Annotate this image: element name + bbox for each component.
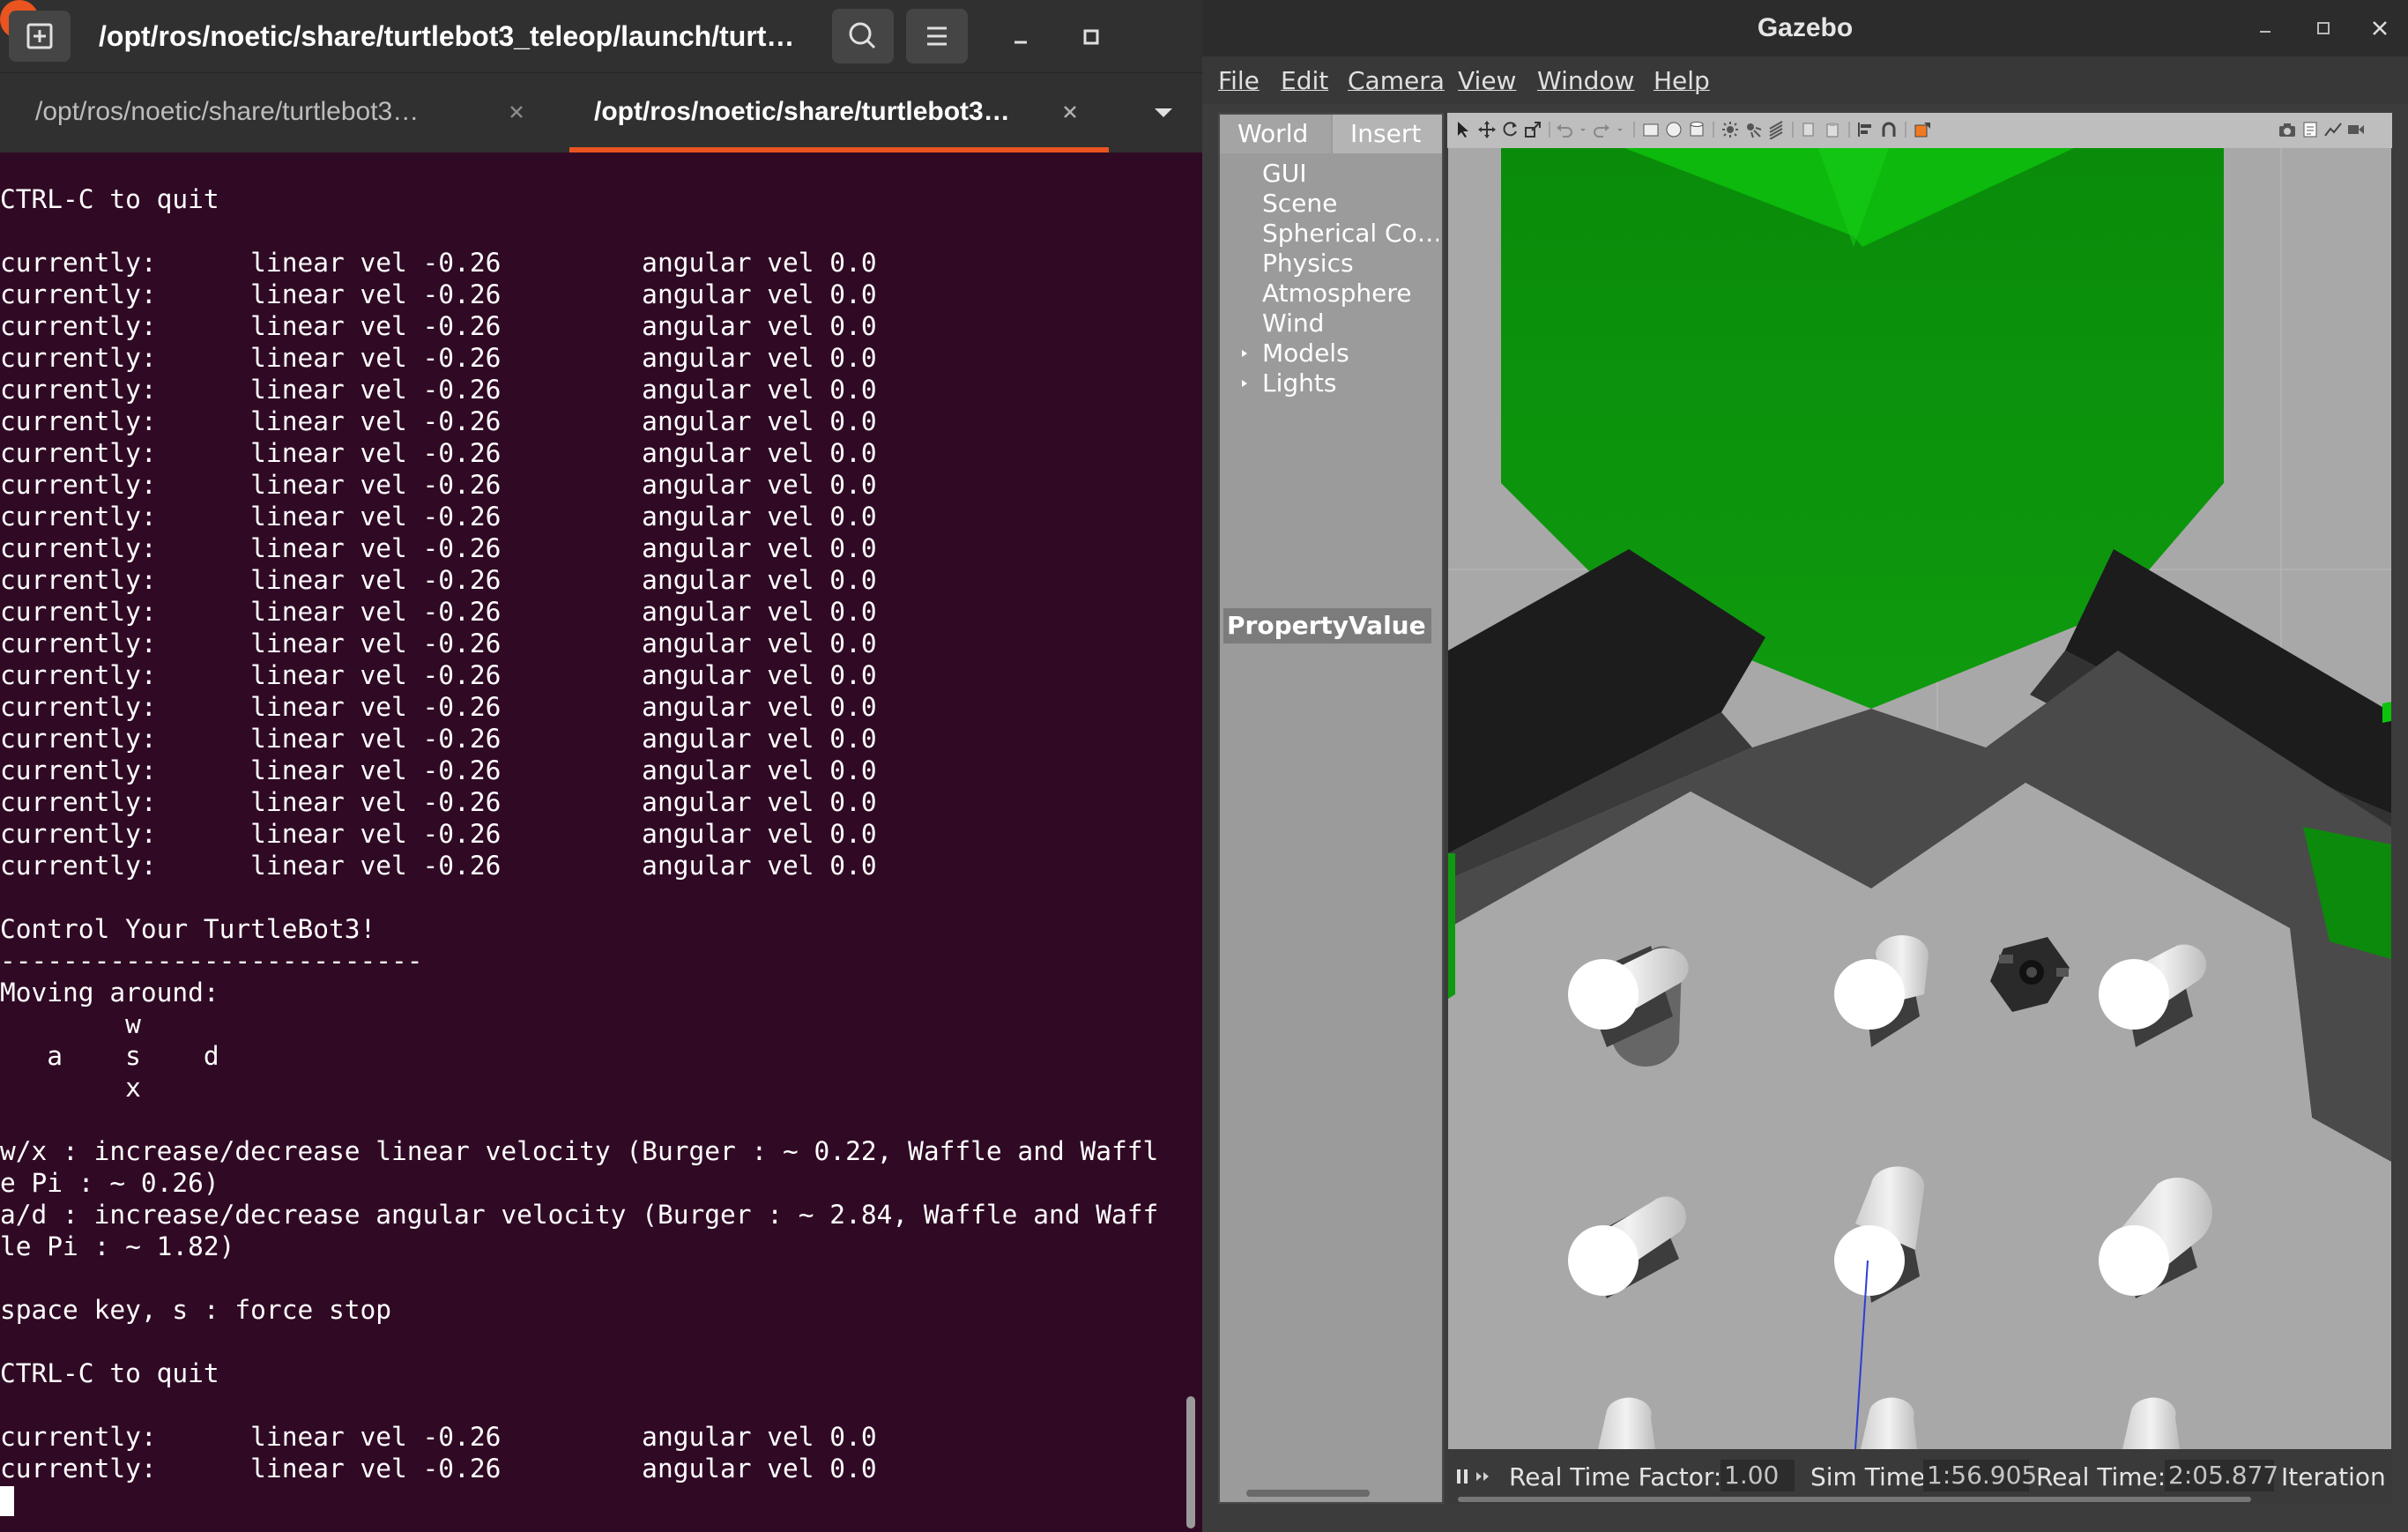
close-icon[interactable] — [2364, 12, 2396, 44]
expand-arrow-icon[interactable] — [1239, 377, 1250, 390]
scene-render — [1448, 148, 2391, 1449]
maximize-button[interactable] — [1072, 18, 1111, 56]
terminal-output[interactable]: CTRL-C to quit currently: linear vel -0.… — [0, 152, 1181, 1532]
tab-insert[interactable]: Insert — [1333, 115, 1442, 153]
toolbar-separator-icon — [1713, 122, 1714, 138]
3d-viewport[interactable] — [1448, 148, 2391, 1449]
terminal-tab-2-active[interactable]: /opt/ros/noetic/share/turtlebot3… — [569, 73, 1109, 152]
plot-icon[interactable] — [2323, 120, 2343, 139]
translate-mode-icon[interactable] — [1477, 120, 1497, 139]
search-icon — [849, 22, 876, 49]
select-mode-icon[interactable] — [1454, 120, 1474, 139]
toolbar-separator-icon — [1633, 122, 1635, 138]
world-panel: World Insert GUI Scene Spherical Co… Phy… — [1218, 113, 1444, 1504]
gazebo-status-bar: Real Time Factor: 1.00 Sim Time: 1:56.90… — [1447, 1449, 2392, 1504]
left-panel-scrollbar[interactable] — [1246, 1490, 1370, 1497]
undo-icon[interactable] — [1555, 120, 1574, 139]
tab-close-icon[interactable] — [502, 98, 531, 126]
sphere-shape-icon[interactable] — [1664, 120, 1683, 139]
directional-light-icon[interactable] — [1766, 120, 1786, 139]
toolbar-separator-icon — [1792, 122, 1794, 138]
log-data-icon[interactable] — [2300, 120, 2320, 139]
world-tree-item-gui[interactable]: GUI — [1262, 159, 1438, 189]
toolbar-separator-icon — [1905, 122, 1906, 138]
snap-icon[interactable] — [1879, 120, 1899, 139]
point-light-icon[interactable] — [1721, 120, 1740, 139]
screenshot-icon[interactable] — [2278, 120, 2297, 139]
expand-arrow-icon[interactable] — [1239, 347, 1250, 360]
terminal-tab-1-label: /opt/ros/noetic/share/turtlebot3… — [35, 97, 420, 126]
menu-file[interactable]: File — [1218, 63, 1260, 99]
paste-icon[interactable] — [1823, 120, 1842, 139]
terminal-window: /opt/ros/noetic/share/turtlebot3_teleop/… — [0, 0, 1202, 1532]
terminal-tab-1[interactable]: /opt/ros/noetic/share/turtlebot3… — [0, 73, 564, 152]
tab-close-icon[interactable] — [1056, 98, 1084, 126]
terminal-scrollbar[interactable] — [1186, 1396, 1195, 1528]
sim-time-value: 1:56.905 — [1923, 1460, 2037, 1491]
align-icon[interactable] — [1856, 120, 1876, 139]
sim-time-label: Sim Time: — [1810, 1462, 1934, 1491]
redo-dropdown-icon[interactable] — [1615, 120, 1625, 139]
new-tab-button[interactable] — [9, 11, 71, 62]
undo-dropdown-icon[interactable] — [1578, 120, 1588, 139]
real-time-factor-label: Real Time Factor: — [1509, 1462, 1722, 1491]
tab-world[interactable]: World — [1220, 115, 1331, 153]
world-tree-item-physics[interactable]: Physics — [1262, 249, 1438, 279]
new-tab-icon — [26, 23, 53, 49]
tab-world-label: World — [1237, 119, 1309, 148]
menu-window[interactable]: Window — [1537, 63, 1634, 99]
world-tree-item-scene[interactable]: Scene — [1262, 189, 1438, 219]
world-tree-item-atmosphere[interactable]: Atmosphere — [1262, 279, 1438, 309]
hamburger-menu-icon — [927, 26, 947, 46]
rotate-mode-icon[interactable] — [1500, 120, 1520, 139]
gazebo-menu-bar: File Edit Camera View Window Help — [1202, 56, 2408, 104]
change-view-icon[interactable] — [1913, 120, 1932, 139]
spot-light-icon[interactable] — [1743, 120, 1763, 139]
iterations-label: Iteration — [2281, 1462, 2386, 1491]
cylinder-shape-icon[interactable] — [1687, 120, 1706, 139]
text-cursor — [0, 1486, 14, 1516]
menu-help[interactable]: Help — [1654, 63, 1710, 99]
minimize-icon[interactable] — [2249, 12, 2281, 44]
video-record-icon[interactable] — [2346, 120, 2366, 139]
real-time-label: Real Time: — [2036, 1462, 2166, 1491]
chevron-down-icon[interactable] — [1146, 100, 1181, 126]
minimize-button[interactable] — [1001, 18, 1040, 56]
real-time-value: 2:05.877 — [2165, 1460, 2278, 1491]
box-shape-icon[interactable] — [1641, 120, 1661, 139]
real-time-factor-value: 1.00 — [1721, 1460, 1795, 1491]
tab-insert-label: Insert — [1350, 119, 1422, 148]
terminal-tab-bar: /opt/ros/noetic/share/turtlebot3… /opt/r… — [0, 72, 1202, 152]
redo-icon[interactable] — [1592, 120, 1611, 139]
world-tree-item-lights[interactable]: Lights — [1262, 368, 1438, 398]
gazebo-window-title: Gazebo — [1757, 13, 1854, 42]
world-tree-item-models[interactable]: Models — [1262, 338, 1438, 368]
search-button[interactable] — [832, 9, 894, 63]
status-scrollbar[interactable] — [1458, 1497, 2251, 1502]
terminal-text: CTRL-C to quit currently: linear vel -0.… — [0, 184, 1159, 1484]
hamburger-menu-button[interactable] — [906, 9, 968, 63]
world-tree-item-wind[interactable]: Wind — [1262, 309, 1438, 338]
gazebo-title-bar: Gazebo — [1202, 0, 2408, 56]
menu-view[interactable]: View — [1458, 63, 1516, 99]
terminal-tab-2-label: /opt/ros/noetic/share/turtlebot3… — [594, 97, 1010, 126]
property-value-header: PropertyValue — [1223, 608, 1431, 643]
step-forward-icon[interactable] — [1474, 1467, 1493, 1486]
pause-icon[interactable] — [1454, 1467, 1470, 1486]
scale-mode-icon[interactable] — [1523, 120, 1542, 139]
terminal-title: /opt/ros/noetic/share/turtlebot3_teleop/… — [99, 20, 795, 52]
terminal-header-bar: /opt/ros/noetic/share/turtlebot3_teleop/… — [0, 0, 1202, 72]
gazebo-toolbar — [1447, 113, 2392, 148]
copy-icon[interactable] — [1800, 120, 1819, 139]
gazebo-window: Gazebo File Edit Camera View Window Help… — [1202, 0, 2408, 1532]
maximize-icon[interactable] — [2308, 12, 2339, 44]
toolbar-separator-icon — [1549, 122, 1550, 138]
menu-camera[interactable]: Camera — [1348, 63, 1445, 99]
toolbar-separator-icon — [1848, 122, 1850, 138]
world-tree-item-spherical-coordinates[interactable]: Spherical Co… — [1262, 219, 1438, 249]
maximize-icon — [1083, 29, 1099, 45]
menu-edit[interactable]: Edit — [1281, 63, 1328, 99]
minimize-icon — [1014, 41, 1027, 44]
